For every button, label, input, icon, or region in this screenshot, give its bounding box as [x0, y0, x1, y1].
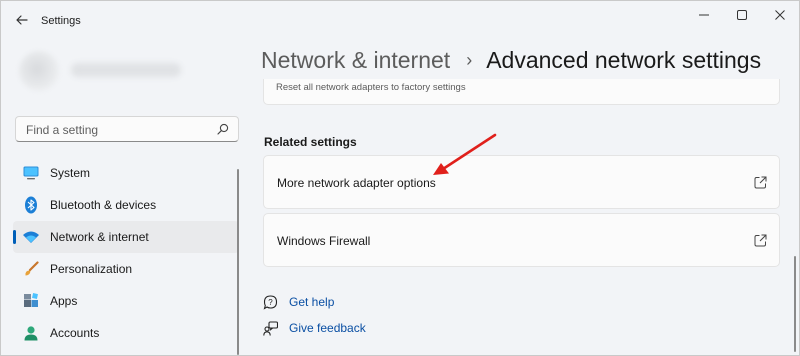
avatar: [19, 51, 59, 91]
app-title: Settings: [41, 15, 81, 27]
card-description: Reset all network adapters to factory se…: [276, 82, 466, 93]
search-box[interactable]: [15, 116, 239, 142]
give-feedback-link[interactable]: Give feedback: [262, 320, 366, 336]
bluetooth-icon: [22, 196, 40, 214]
page-title: Advanced network settings: [486, 47, 762, 73]
sidebar-item-personalization[interactable]: Personalization: [13, 253, 239, 285]
sidebar-item-system[interactable]: System: [13, 157, 239, 189]
sidebar-item-bluetooth[interactable]: Bluetooth & devices: [13, 189, 239, 221]
open-external-icon: [754, 176, 767, 189]
wifi-icon: [22, 228, 40, 246]
network-reset-card[interactable]: Reset all network adapters to factory se…: [263, 79, 780, 105]
title-bar: Settings: [1, 1, 799, 39]
settings-window: Settings Find a setting System Bluetooth…: [0, 0, 800, 356]
active-indicator: [13, 230, 16, 244]
chevron-right-icon: ›: [466, 50, 473, 70]
sidebar-item-label: Apps: [50, 294, 78, 308]
close-button[interactable]: [761, 1, 799, 29]
person-icon: [22, 324, 40, 342]
help-icon: ?: [262, 294, 278, 310]
sidebar-item-accounts[interactable]: Accounts: [13, 317, 239, 349]
user-profile[interactable]: [19, 51, 219, 91]
profile-name-blurred: [71, 63, 181, 77]
related-settings-heading: Related settings: [264, 135, 357, 149]
sidebar-item-label: System: [50, 166, 91, 180]
get-help-link[interactable]: ? Get help: [262, 294, 334, 310]
sidebar-item-label: Bluetooth & devices: [50, 198, 157, 212]
minimize-icon: [699, 14, 709, 16]
close-icon: [775, 10, 785, 20]
maximize-icon: [737, 10, 747, 20]
apps-icon: [22, 292, 40, 310]
sidebar-item-label: Personalization: [50, 262, 133, 276]
content-scrollbar[interactable]: [794, 256, 796, 352]
sidebar-item-apps[interactable]: Apps: [13, 285, 239, 317]
minimize-button[interactable]: [685, 1, 723, 29]
sidebar-item-network[interactable]: Network & internet: [13, 221, 239, 253]
system-icon: [22, 164, 40, 182]
back-arrow-icon: [16, 15, 28, 25]
brush-icon: [22, 260, 40, 278]
svg-text:?: ?: [268, 298, 273, 307]
link-label: Get help: [289, 295, 335, 309]
sidebar-item-label: Network & internet: [50, 230, 149, 244]
search-icon[interactable]: [217, 123, 229, 135]
more-network-adapter-options-card[interactable]: More network adapter options: [263, 155, 780, 209]
maximize-button[interactable]: [723, 1, 761, 29]
search-input[interactable]: [24, 121, 218, 139]
sidebar-nav: System Bluetooth & devices Network & int…: [13, 157, 239, 349]
back-button[interactable]: [13, 11, 31, 29]
breadcrumb: Network & internet › Advanced network se…: [261, 47, 761, 74]
feedback-icon: [262, 320, 278, 336]
window-controls: [685, 1, 799, 31]
breadcrumb-parent[interactable]: Network & internet: [261, 47, 450, 74]
sidebar-item-label: Accounts: [50, 326, 100, 340]
windows-firewall-card[interactable]: Windows Firewall: [263, 213, 780, 267]
card-label: Windows Firewall: [277, 234, 371, 248]
card-label: More network adapter options: [277, 176, 436, 190]
annotation-arrow-icon: [433, 133, 497, 175]
link-label: Give feedback: [289, 321, 366, 335]
open-external-icon: [754, 234, 767, 247]
sidebar-scrollbar[interactable]: [237, 169, 239, 355]
